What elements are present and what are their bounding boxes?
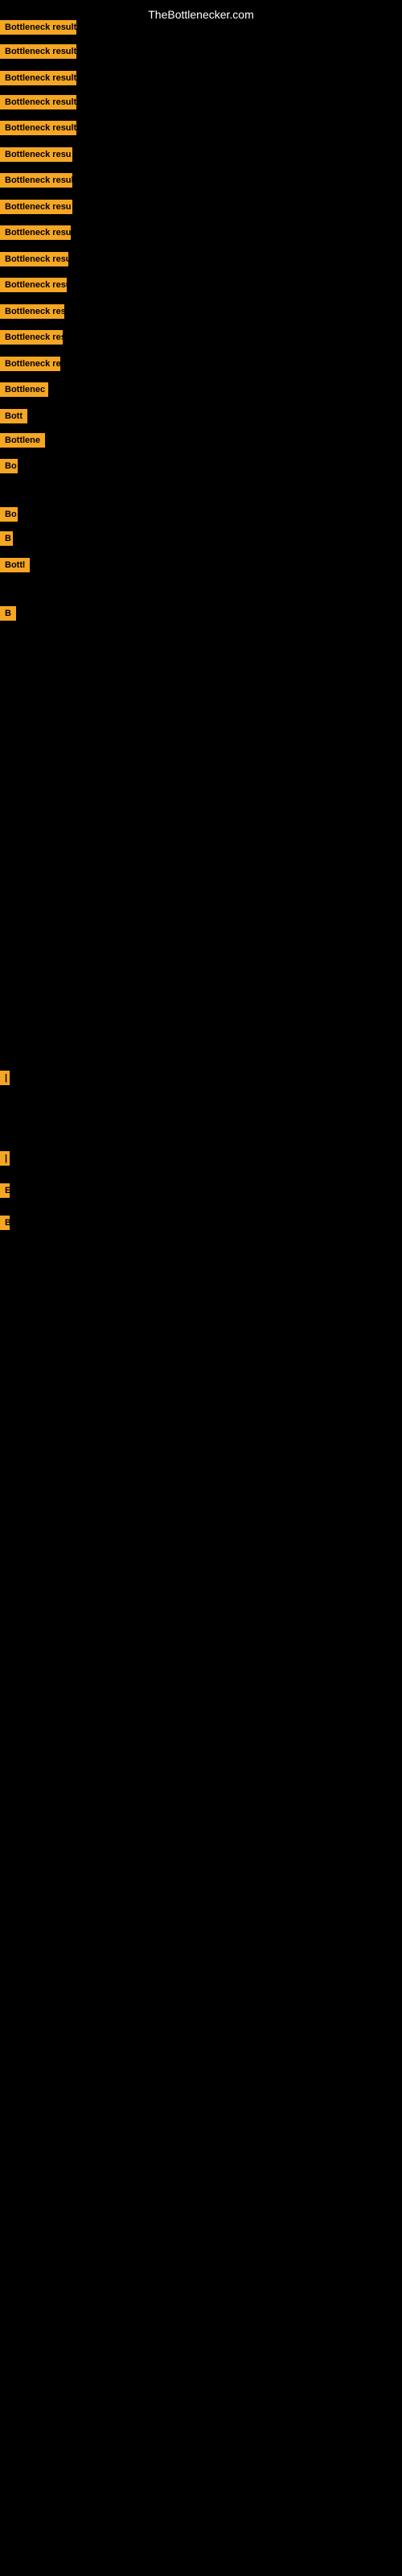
- bottleneck-result-badge[interactable]: Bo: [0, 459, 18, 473]
- badge-row: Bottleneck result: [0, 71, 76, 89]
- badge-row: Bottleneck result: [0, 95, 76, 114]
- bottleneck-result-badge[interactable]: E: [0, 1183, 10, 1198]
- bottleneck-result-badge[interactable]: Bott: [0, 409, 27, 423]
- badge-row: Bottleneck res: [0, 330, 63, 349]
- bottleneck-result-badge[interactable]: Bottleneck resu: [0, 252, 68, 266]
- bottleneck-result-badge[interactable]: Bottleneck result: [0, 20, 76, 35]
- badge-row: Bottleneck result: [0, 44, 76, 63]
- badge-row: Bo: [0, 507, 18, 526]
- bottleneck-result-badge[interactable]: Bottleneck result: [0, 95, 76, 109]
- bottleneck-result-badge[interactable]: Bottleneck resu: [0, 200, 72, 214]
- badge-row: Bottleneck resu: [0, 147, 72, 166]
- bottleneck-result-badge[interactable]: |: [0, 1071, 10, 1085]
- bottleneck-result-badge[interactable]: Bottlene: [0, 433, 45, 448]
- badge-row: |: [0, 1151, 6, 1170]
- bottleneck-result-badge[interactable]: Bottleneck result: [0, 173, 72, 188]
- badge-row: Bottleneck result: [0, 20, 76, 39]
- badge-row: Bottleneck res: [0, 304, 64, 323]
- badge-row: Bottleneck re: [0, 357, 60, 375]
- badge-row: Bottleneck result: [0, 121, 76, 139]
- bottleneck-result-badge[interactable]: |: [0, 1151, 10, 1166]
- badge-row: E: [0, 1183, 10, 1202]
- bottleneck-result-badge[interactable]: Bottleneck result: [0, 44, 76, 59]
- bottleneck-result-badge[interactable]: Bottleneck resu: [0, 225, 71, 240]
- badge-row: Bo: [0, 459, 18, 477]
- bottleneck-result-badge[interactable]: B: [0, 606, 16, 621]
- badge-row: B: [0, 1216, 10, 1234]
- badge-row: Bottleneck resu: [0, 200, 72, 218]
- badge-row: Bottleneck resu: [0, 278, 67, 296]
- bottleneck-result-badge[interactable]: B: [0, 1216, 10, 1230]
- bottleneck-result-badge[interactable]: Bottlenec: [0, 382, 48, 397]
- bottleneck-result-badge[interactable]: Bottleneck result: [0, 121, 76, 135]
- badge-row: Bottleneck result: [0, 173, 72, 192]
- bottleneck-result-badge[interactable]: Bottleneck resu: [0, 278, 67, 292]
- badge-row: Bottleneck resu: [0, 252, 68, 270]
- badge-row: B: [0, 606, 16, 625]
- bottleneck-result-badge[interactable]: Bottleneck re: [0, 357, 60, 371]
- bottleneck-result-badge[interactable]: Bottl: [0, 558, 30, 572]
- bottleneck-result-badge[interactable]: Bottleneck res: [0, 330, 63, 345]
- bottleneck-result-badge[interactable]: Bottleneck res: [0, 304, 64, 319]
- badge-row: |: [0, 1071, 6, 1089]
- badge-row: Bottlene: [0, 433, 45, 452]
- badge-row: Bott: [0, 409, 27, 427]
- bottleneck-result-badge[interactable]: Bottleneck result: [0, 71, 76, 85]
- badge-row: Bottleneck resu: [0, 225, 71, 244]
- badge-row: B: [0, 531, 13, 550]
- bottleneck-result-badge[interactable]: B: [0, 531, 13, 546]
- bottleneck-result-badge[interactable]: Bottleneck resu: [0, 147, 72, 162]
- badge-row: Bottl: [0, 558, 30, 576]
- badge-row: Bottlenec: [0, 382, 48, 401]
- bottleneck-result-badge[interactable]: Bo: [0, 507, 18, 522]
